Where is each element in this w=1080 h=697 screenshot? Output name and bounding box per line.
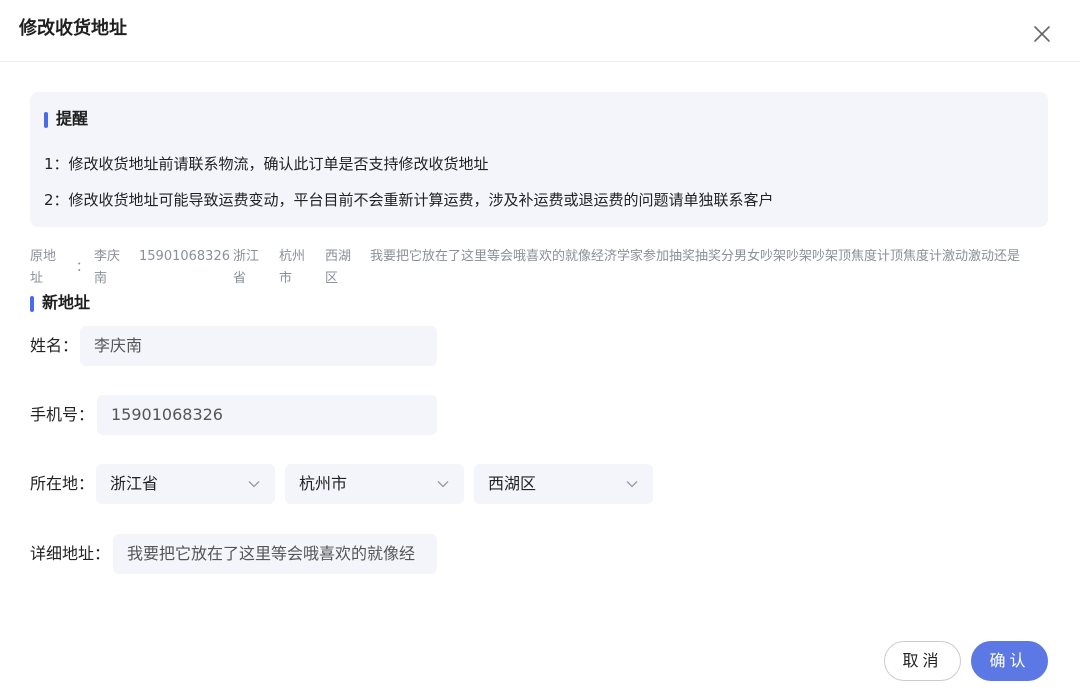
- province-value: 浙江省: [110, 474, 159, 493]
- dialog-header: 修改收货地址: [0, 0, 1080, 62]
- chevron-down-icon: [437, 481, 449, 488]
- reminder-heading: 提醒: [44, 108, 88, 130]
- cancel-button[interactable]: 取消: [884, 641, 961, 681]
- original-name: 李庆南: [94, 249, 121, 286]
- close-icon: [1034, 26, 1050, 42]
- chevron-down-icon: [248, 481, 260, 488]
- reminder-line-2: 2：修改收货地址可能导致运费变动，平台目前不会重新计算运费，涉及补运费或退运费的…: [44, 191, 774, 209]
- close-button[interactable]: [1030, 22, 1054, 46]
- confirm-button[interactable]: 确认: [971, 641, 1048, 681]
- edit-address-dialog: 修改收货地址 提醒 1：修改收货地址前请联系物流，确认此订单是否支持修改收货地址…: [0, 0, 1080, 697]
- section-marker: [44, 111, 48, 128]
- reminder-panel: 提醒 1：修改收货地址前请联系物流，确认此订单是否支持修改收货地址 2：修改收货…: [30, 92, 1048, 227]
- city-value: 杭州市: [299, 474, 348, 493]
- new-address-heading: 新地址: [30, 292, 90, 314]
- original-phone: 15901068326: [139, 249, 230, 264]
- reminder-title: 提醒: [56, 109, 89, 128]
- detail-address-input[interactable]: 我要把它放在了这里等会哦喜欢的就像经: [113, 534, 437, 574]
- city-select[interactable]: 杭州市: [285, 464, 464, 504]
- name-input[interactable]: 李庆南: [80, 326, 437, 366]
- dialog-title: 修改收货地址: [19, 18, 127, 39]
- province-select[interactable]: 浙江省: [96, 464, 275, 504]
- phone-input[interactable]: 15901068326: [97, 395, 437, 435]
- region-label: 所在地：: [30, 474, 95, 493]
- phone-label: 手机号：: [30, 405, 95, 424]
- detail-address-label: 详细地址：: [30, 544, 111, 563]
- district-value: 西湖区: [488, 474, 537, 493]
- section-marker: [30, 295, 34, 312]
- original-detail: 我要把它放在了这里等会哦喜欢的就像经济学家参加抽奖抽奖分男女吵架吵架吵架顶焦度计…: [370, 249, 1021, 264]
- new-address-title: 新地址: [42, 293, 91, 312]
- district-select[interactable]: 西湖区: [474, 464, 653, 504]
- original-city: 杭州市: [279, 249, 306, 286]
- original-address-row: 原地址 ： 李庆南 15901068326 浙江省 杭州市 西湖区 我要把它放在…: [30, 246, 1050, 290]
- original-address-label: 原地址: [30, 249, 57, 286]
- name-label: 姓名：: [30, 336, 79, 355]
- original-district: 西湖区: [325, 249, 352, 286]
- original-address-colon: ：: [76, 260, 90, 275]
- chevron-down-icon: [626, 481, 638, 488]
- reminder-line-1: 1：修改收货地址前请联系物流，确认此订单是否支持修改收货地址: [44, 155, 489, 173]
- original-province: 浙江省: [233, 249, 260, 286]
